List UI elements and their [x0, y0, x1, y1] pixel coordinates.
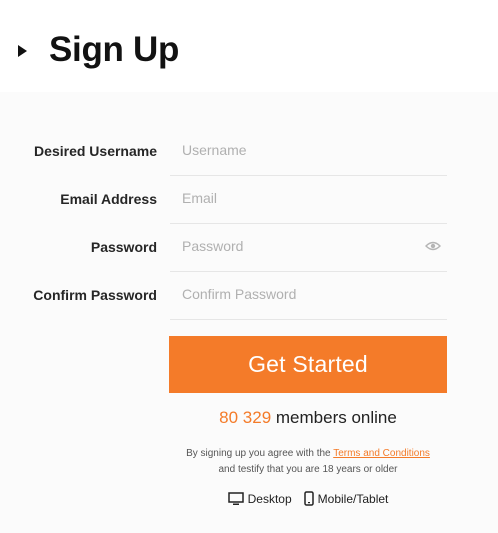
members-online: 80 329 members online — [169, 408, 447, 428]
terms-prefix: By signing up you agree with the — [186, 448, 334, 459]
desktop-option[interactable]: Desktop — [227, 491, 292, 506]
signup-page: Sign Up Desired Username Email Address P… — [0, 0, 498, 533]
monitor-icon — [227, 491, 244, 505]
page-header: Sign Up — [18, 30, 179, 70]
email-row: Email Address — [0, 176, 498, 224]
device-switcher: Desktop Mobile/Tablet — [169, 491, 447, 506]
email-label: Email Address — [60, 191, 157, 207]
email-field[interactable] — [170, 176, 447, 224]
password-row: Password — [0, 224, 498, 272]
confirm-password-input[interactable] — [182, 286, 422, 302]
confirm-password-label: Confirm Password — [33, 287, 157, 303]
mobile-label: Mobile/Tablet — [317, 491, 389, 506]
email-input[interactable] — [182, 190, 422, 206]
eye-icon[interactable] — [425, 241, 441, 251]
username-label: Desired Username — [34, 143, 157, 159]
terms-link[interactable]: Terms and Conditions — [333, 448, 430, 459]
username-row: Desired Username — [0, 128, 498, 176]
username-input[interactable] — [182, 142, 422, 158]
members-online-label: members online — [271, 408, 397, 427]
username-field[interactable] — [170, 128, 447, 176]
password-input[interactable] — [182, 238, 422, 254]
confirm-password-field[interactable] — [170, 272, 447, 320]
get-started-button[interactable]: Get Started — [169, 336, 447, 393]
terms-suffix: and testify that you are 18 years or old… — [218, 464, 398, 475]
phone-icon — [303, 491, 314, 506]
desktop-label: Desktop — [247, 491, 292, 506]
terms-text: By signing up you agree with the Terms a… — [160, 446, 456, 478]
password-label: Password — [90, 239, 157, 255]
play-triangle-icon — [18, 45, 27, 57]
password-field[interactable] — [170, 224, 447, 272]
members-online-count: 80 329 — [219, 408, 272, 427]
mobile-option[interactable]: Mobile/Tablet — [303, 491, 389, 506]
page-title: Sign Up — [49, 30, 180, 69]
confirm-password-row: Confirm Password — [0, 272, 498, 320]
